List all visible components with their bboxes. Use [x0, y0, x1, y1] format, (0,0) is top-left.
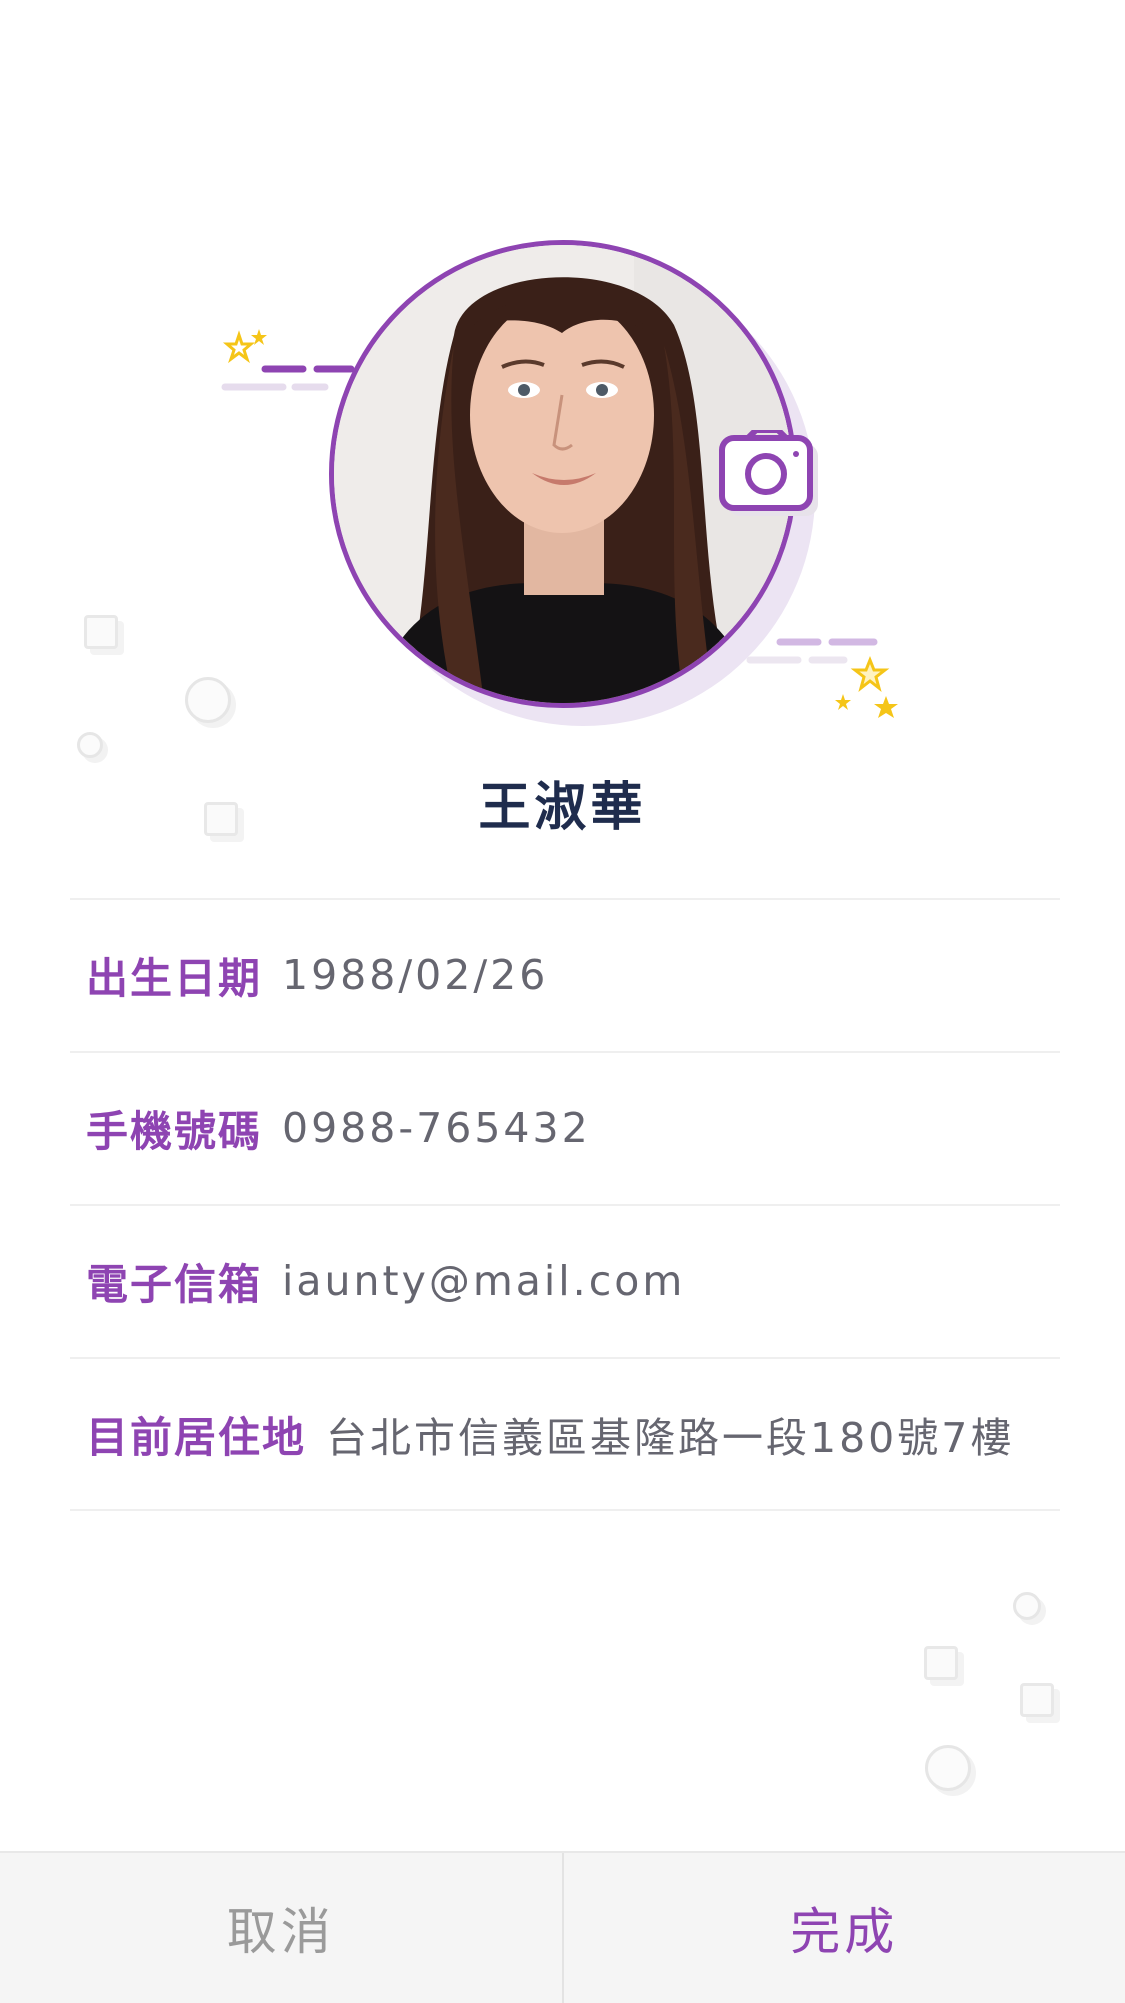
decor-circle — [925, 1745, 971, 1791]
info-row-address[interactable]: 目前居住地 台北市信義區基隆路一段180號7樓 — [70, 1357, 1060, 1511]
profile-name: 王淑華 — [0, 765, 1125, 840]
done-button[interactable]: 完成 — [564, 1853, 1125, 2003]
email-value[interactable]: iaunty@mail.com — [282, 1257, 685, 1305]
phone-label: 手機號碼 — [70, 1098, 262, 1159]
decor-circle — [77, 732, 103, 758]
email-label: 電子信箱 — [70, 1251, 262, 1312]
address-label: 目前居住地 — [70, 1404, 306, 1465]
phone-value[interactable]: 0988-765432 — [282, 1104, 591, 1152]
info-row-phone[interactable]: 手機號碼 0988-765432 — [70, 1051, 1060, 1203]
decor-square — [924, 1646, 958, 1680]
decor-circle — [1013, 1592, 1041, 1620]
decor-circle — [185, 677, 231, 723]
star-icon — [855, 660, 885, 688]
camera-icon[interactable] — [718, 430, 818, 520]
address-value[interactable]: 台北市信義區基隆路一段180號7樓 — [326, 1404, 1014, 1464]
info-row-birthdate[interactable]: 出生日期 1988/02/26 — [70, 898, 1060, 1050]
star-icon — [874, 696, 898, 718]
birthdate-label: 出生日期 — [70, 945, 262, 1006]
star-icon — [835, 694, 851, 710]
birthdate-value[interactable]: 1988/02/26 — [282, 951, 548, 999]
decor-square — [84, 615, 118, 649]
info-row-email[interactable]: 電子信箱 iaunty@mail.com — [70, 1204, 1060, 1356]
stars-decoration-right — [740, 630, 910, 730]
star-icon — [227, 335, 251, 359]
cancel-button[interactable]: 取消 — [0, 1853, 564, 2003]
decor-square — [1020, 1683, 1054, 1717]
bottom-action-bar: 取消 完成 — [0, 1851, 1125, 2003]
